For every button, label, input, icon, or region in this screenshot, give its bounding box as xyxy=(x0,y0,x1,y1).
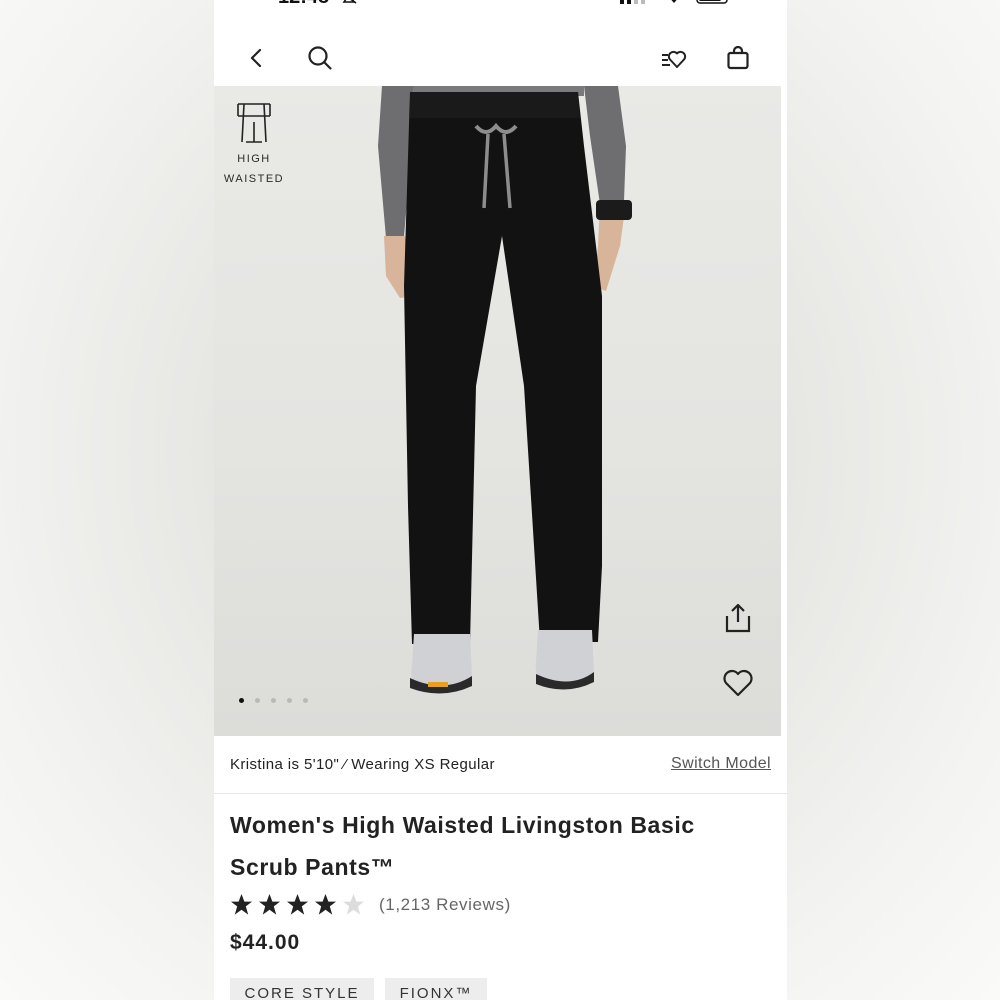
product-title: Women's High Waisted Livingston Basic Sc… xyxy=(230,812,695,880)
review-count-link[interactable]: (1,213 Reviews) xyxy=(379,895,511,915)
product-page: 12:48 xyxy=(214,0,787,1000)
product-price: $44.00 xyxy=(230,931,301,954)
switch-model-link[interactable]: Switch Model xyxy=(671,755,771,773)
top-navigation xyxy=(214,30,787,86)
shopping-bag-icon xyxy=(727,46,749,70)
rating-row: (1,213 Reviews) xyxy=(230,893,511,916)
carousel-dot[interactable] xyxy=(239,698,244,703)
model-info-row: Kristina is 5'10" ⁄ Wearing XS Regular S… xyxy=(214,737,787,794)
mute-bell-icon xyxy=(342,0,357,4)
tag-fionx: FIONX™ xyxy=(385,978,487,1000)
share-button[interactable] xyxy=(721,601,755,635)
product-photo xyxy=(378,86,632,694)
model-info: Kristina is 5'10" ⁄ Wearing XS Regular xyxy=(230,756,495,773)
star-filled-icon xyxy=(230,893,253,915)
chevron-left-icon xyxy=(250,48,262,68)
wifi-icon xyxy=(671,0,677,3)
star-filled-icon xyxy=(258,893,281,915)
share-icon xyxy=(725,603,751,633)
heart-icon xyxy=(723,669,753,697)
status-time: 12:48 xyxy=(278,0,329,9)
badge-label-line1: HIGH xyxy=(237,153,271,165)
star-empty-icon xyxy=(342,893,365,915)
signal-icon xyxy=(620,0,645,4)
carousel-dot[interactable] xyxy=(303,698,308,703)
high-waisted-icon xyxy=(237,103,271,143)
heart-list-icon xyxy=(662,50,687,68)
star-filled-icon xyxy=(314,893,337,915)
star-filled-icon xyxy=(286,893,309,915)
back-button[interactable] xyxy=(240,42,272,74)
search-button[interactable] xyxy=(304,42,336,74)
carousel-dot[interactable] xyxy=(287,698,292,703)
search-icon xyxy=(308,46,332,70)
wishlist-button[interactable] xyxy=(659,42,691,74)
carousel-dot[interactable] xyxy=(255,698,260,703)
favorite-button[interactable] xyxy=(721,666,755,700)
status-bar: 12:48 xyxy=(214,0,787,10)
carousel-dot[interactable] xyxy=(271,698,276,703)
shopping-bag-button[interactable] xyxy=(722,42,754,74)
carousel-dots xyxy=(239,698,308,703)
tag-core-style: CORE STYLE xyxy=(230,978,374,1000)
high-waisted-badge: HIGH WAISTED xyxy=(222,102,286,189)
badge-label-line2: WAISTED xyxy=(223,173,285,185)
product-image-carousel[interactable]: HIGH WAISTED xyxy=(214,86,781,736)
battery-icon xyxy=(696,0,728,4)
